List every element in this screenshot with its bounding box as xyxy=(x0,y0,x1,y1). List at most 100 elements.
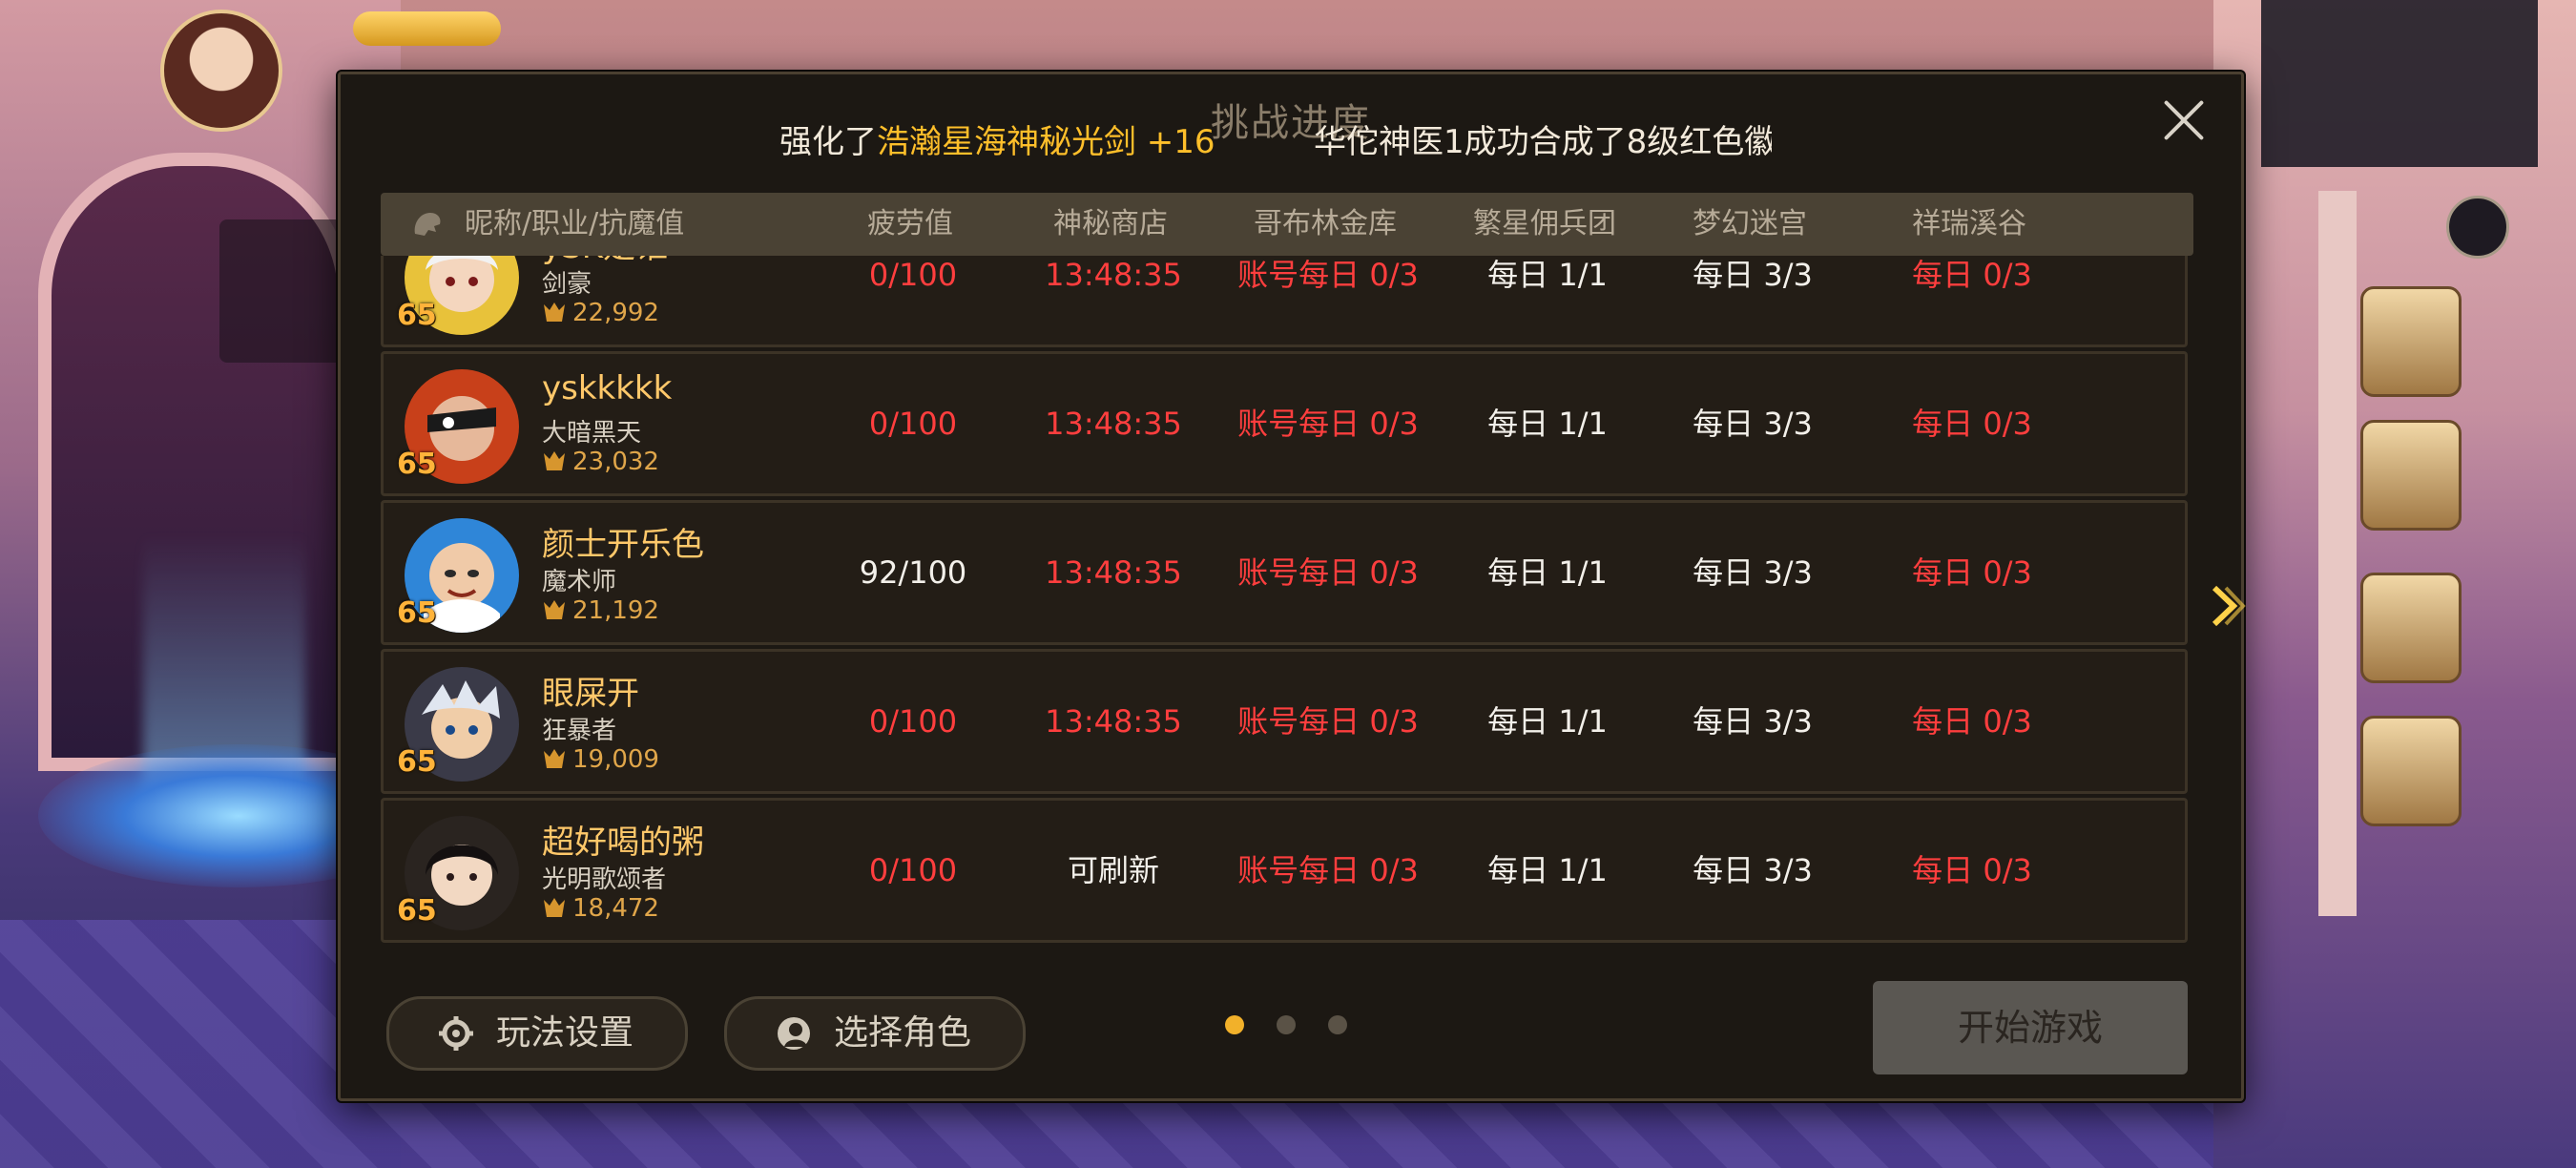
power-value: 18,472 xyxy=(572,894,659,923)
mystery-shop-value: 13:48:35 xyxy=(1045,703,1182,740)
character-class: 狂暴者 xyxy=(542,717,617,745)
auspicious-valley-value: 每日 0/3 xyxy=(1912,257,2032,293)
auspicious-valley-value: 每日 0/3 xyxy=(1912,852,2032,888)
character-row[interactable]: 65 超好喝的粥 光明歌颂者 18,472 0/100 可刷新 账号每日 0/3… xyxy=(381,798,2188,943)
character-name: 超好喝的粥 xyxy=(542,824,704,862)
gear-icon xyxy=(439,1016,473,1051)
currency-pill[interactable] xyxy=(353,11,501,46)
header-mercenary: 繁星佣兵团 xyxy=(1473,207,1616,240)
character-power: 21,192 xyxy=(542,596,659,625)
mercenary-value: 每日 1/1 xyxy=(1487,554,1608,591)
treasure-chest-icon[interactable] xyxy=(2360,286,2462,397)
fatigue-value: 0/100 xyxy=(868,406,958,442)
character-class: 光明歌颂者 xyxy=(542,866,667,894)
page-dot[interactable] xyxy=(1328,1015,1347,1034)
character-class: 剑豪 xyxy=(542,270,592,299)
select-character-button[interactable]: 选择角色 xyxy=(724,996,1026,1071)
character-select-icon xyxy=(778,1017,810,1050)
shield-icon[interactable] xyxy=(2360,573,2462,683)
power-value: 21,192 xyxy=(572,596,659,625)
table-header: 昵称/职业/抗魔值 疲劳值 神秘商店 哥布林金库 繁星佣兵团 梦幻迷宫 祥瑞溪谷 xyxy=(381,193,2193,256)
header-mystery-shop: 神秘商店 xyxy=(1053,207,1168,240)
challenge-progress-dialog: 挑战进度 强化了浩瀚星海神秘光剑 +16 华佗神医1成功合成了8级红色徽章[ 昵… xyxy=(338,72,2244,1101)
header-dream-maze: 梦幻迷宫 xyxy=(1693,207,1807,240)
character-row[interactable]: 65 ySK是谁 剑豪 22,992 0/100 13:48:35 账号每日 0… xyxy=(381,256,2188,347)
auspicious-valley-value: 每日 0/3 xyxy=(1912,554,2032,591)
character-level: 65 xyxy=(397,448,437,481)
goblin-vault-value: 账号每日 0/3 xyxy=(1237,406,1419,442)
character-level: 65 xyxy=(397,745,437,779)
fatigue-value: 0/100 xyxy=(868,257,958,293)
ticker-message-1: 强化了浩瀚星海神秘光剑 +16 xyxy=(779,113,1215,172)
mystery-shop-value: 可刷新 xyxy=(1067,852,1159,888)
character-row[interactable]: 65 yskkkkk 大暗黑天 23,032 0/100 13:48:35 账号… xyxy=(381,351,2188,496)
character-class: 大暗黑天 xyxy=(542,419,642,448)
player-avatar[interactable] xyxy=(160,10,282,132)
power-icon xyxy=(544,600,565,619)
goblin-vault-value: 账号每日 0/3 xyxy=(1237,703,1419,740)
dream-maze-value: 每日 3/3 xyxy=(1693,406,1813,442)
header-name: 昵称/职业/抗魔值 xyxy=(465,207,685,240)
mercenary-value: 每日 1/1 xyxy=(1487,703,1608,740)
page-dot-active[interactable] xyxy=(1225,1015,1244,1034)
announcement-ticker: 强化了浩瀚星海神秘光剑 +16 华佗神医1成功合成了8级红色徽章[ xyxy=(779,113,1772,172)
character-row[interactable]: 65 眼屎开 狂暴者 19,009 0/100 13:48:35 账号每日 0/… xyxy=(381,649,2188,794)
select-character-label: 选择角色 xyxy=(834,1013,972,1053)
mystery-shop-value: 13:48:35 xyxy=(1045,554,1182,591)
goblin-vault-value: 账号每日 0/3 xyxy=(1237,554,1419,591)
quest-tracker[interactable] xyxy=(219,219,353,363)
character-name: 颜士开乐色 xyxy=(542,526,704,564)
character-power: 19,009 xyxy=(542,745,659,774)
mercenary-value: 每日 1/1 xyxy=(1487,852,1608,888)
power-value: 19,009 xyxy=(572,745,659,774)
character-power: 18,472 xyxy=(542,894,659,923)
auspicious-valley-value: 每日 0/3 xyxy=(1912,406,2032,442)
dream-maze-value: 每日 3/3 xyxy=(1693,257,1813,293)
header-fatigue: 疲劳值 xyxy=(867,207,953,240)
character-level: 65 xyxy=(397,596,437,630)
start-game-button[interactable]: 开始游戏 xyxy=(1873,981,2188,1074)
settings-gear-icon[interactable] xyxy=(2446,196,2509,259)
character-head-icon xyxy=(414,213,441,236)
power-value: 22,992 xyxy=(572,299,659,327)
character-class: 魔术师 xyxy=(542,568,617,596)
battle-icon[interactable] xyxy=(2360,420,2462,531)
close-icon[interactable] xyxy=(2155,92,2212,149)
ticker-message-2: 华佗神医1成功合成了8级红色徽章[ xyxy=(1314,123,1772,161)
character-name: yskkkkk xyxy=(542,369,673,407)
mercenary-value: 每日 1/1 xyxy=(1487,406,1608,442)
dream-maze-value: 每日 3/3 xyxy=(1693,852,1813,888)
next-page-arrow-icon[interactable] xyxy=(2209,582,2247,630)
power-icon xyxy=(544,898,565,917)
fatigue-value: 0/100 xyxy=(868,852,958,888)
power-icon xyxy=(544,302,565,322)
power-value: 23,032 xyxy=(572,448,659,476)
gameplay-settings-button[interactable]: 玩法设置 xyxy=(386,996,688,1071)
character-power: 23,032 xyxy=(542,448,659,476)
dream-maze-value: 每日 3/3 xyxy=(1693,703,1813,740)
character-row[interactable]: 65 颜士开乐色 魔术师 21,192 92/100 13:48:35 账号每日… xyxy=(381,500,2188,645)
header-goblin-vault: 哥布林金库 xyxy=(1254,207,1397,240)
minimap-panel[interactable] xyxy=(2261,0,2538,167)
dream-maze-value: 每日 3/3 xyxy=(1693,554,1813,591)
gameplay-settings-label: 玩法设置 xyxy=(496,1013,634,1053)
ticker-item: 浩瀚星海神秘光剑 +16 xyxy=(877,123,1215,161)
character-list[interactable]: 65 ySK是谁 剑豪 22,992 0/100 13:48:35 账号每日 0… xyxy=(381,256,2193,1031)
power-icon xyxy=(544,451,565,470)
fatigue-value: 92/100 xyxy=(859,554,967,591)
auspicious-valley-value: 每日 0/3 xyxy=(1912,703,2032,740)
goblin-vault-value: 账号每日 0/3 xyxy=(1237,257,1419,293)
goblin-vault-value: 账号每日 0/3 xyxy=(1237,852,1419,888)
ticker-prefix: 强化了 xyxy=(779,123,877,161)
character-power: 22,992 xyxy=(542,299,659,327)
fatigue-value: 0/100 xyxy=(868,703,958,740)
page-dot[interactable] xyxy=(1277,1015,1296,1034)
pillar-decoration xyxy=(2318,191,2357,916)
mercenary-value: 每日 1/1 xyxy=(1487,257,1608,293)
character-level: 65 xyxy=(397,299,437,332)
character-name: 眼屎开 xyxy=(542,675,639,713)
header-auspicious-valley: 祥瑞溪谷 xyxy=(1912,207,2026,240)
shop-icon[interactable] xyxy=(2360,716,2462,826)
mystery-shop-value: 13:48:35 xyxy=(1045,257,1182,293)
power-icon xyxy=(544,749,565,768)
